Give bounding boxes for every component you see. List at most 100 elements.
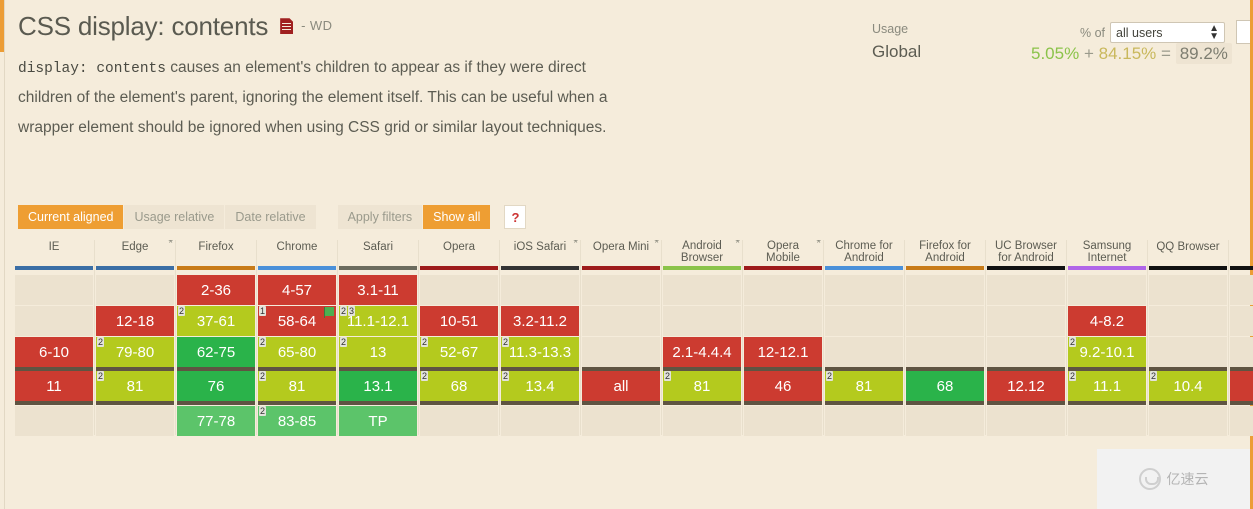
version-cell[interactable]: 4-57 bbox=[258, 275, 336, 305]
version-cell bbox=[96, 406, 174, 436]
footnote-badge[interactable]: 2 bbox=[340, 306, 348, 316]
view-mode-current-aligned[interactable]: Current aligned bbox=[18, 205, 124, 229]
version-cell[interactable]: 3.1-11 bbox=[339, 275, 417, 305]
footnote-badge[interactable]: 2 bbox=[97, 371, 105, 381]
apply-filters-button[interactable]: Apply filters bbox=[337, 205, 423, 229]
version-cell[interactable]: 3.2-11.2 bbox=[501, 306, 579, 336]
version-cell[interactable]: 62-75 bbox=[177, 337, 255, 367]
current-version-cell[interactable]: 11 bbox=[15, 367, 93, 405]
version-cell[interactable]: 12-18 bbox=[96, 306, 174, 336]
footnote-badge[interactable]: 2 bbox=[421, 371, 429, 381]
browser-name-header[interactable]: Edge * bbox=[95, 240, 175, 262]
view-mode-date-relative[interactable]: Date relative bbox=[224, 205, 316, 229]
version-cell[interactable]: 11.1-12.1 2 3 bbox=[339, 306, 417, 336]
version-cells: 4-8.2 9.2-10.1 2 11.1 2 bbox=[1067, 274, 1147, 436]
browser-name-header[interactable]: IE bbox=[14, 240, 94, 262]
version-label: 11.1-12.1 bbox=[346, 312, 410, 330]
version-cell[interactable]: 4-8.2 bbox=[1068, 306, 1146, 336]
version-cell bbox=[825, 275, 903, 305]
version-cell bbox=[15, 306, 93, 336]
spec-document-icon[interactable] bbox=[280, 18, 294, 35]
footnote-badge[interactable]: 2 bbox=[97, 337, 105, 347]
version-cell[interactable]: 58-64 1 bbox=[258, 306, 336, 336]
current-version-cell[interactable]: 46 bbox=[744, 367, 822, 405]
filter-toolbar: Current aligned Usage relative Date rela… bbox=[18, 205, 527, 229]
current-version-cell[interactable]: 10.4 2 bbox=[1149, 367, 1227, 405]
browser-name-header[interactable]: UC Browser for Android bbox=[986, 240, 1066, 264]
footnote-badge[interactable]: 2 bbox=[340, 337, 348, 347]
version-label: 13 bbox=[369, 343, 387, 361]
version-cell[interactable]: 11.3-13.3 2 bbox=[501, 337, 579, 367]
current-version-cell[interactable]: all bbox=[582, 367, 660, 405]
footnote-badge[interactable]: 2 bbox=[1069, 371, 1077, 381]
version-cell[interactable]: 37-61 2 bbox=[177, 306, 255, 336]
current-version-cell[interactable]: 68 2 bbox=[420, 367, 498, 405]
current-version-cell[interactable]: 13.1 bbox=[339, 367, 417, 405]
browser-name-header[interactable]: Opera Mobile * bbox=[743, 240, 823, 264]
version-cell[interactable]: 77-78 bbox=[177, 406, 255, 436]
footnote-badge[interactable]: 2 bbox=[259, 406, 267, 416]
flag-icon[interactable] bbox=[324, 307, 334, 318]
browser-name-header[interactable]: QQ Browser bbox=[1148, 240, 1228, 262]
footnote-badge[interactable]: 2 bbox=[664, 371, 672, 381]
usage-label: Usage bbox=[872, 22, 909, 36]
current-version-cell[interactable]: 68 bbox=[906, 367, 984, 405]
view-mode-usage-relative[interactable]: Usage relative bbox=[123, 205, 225, 229]
footnote-badge[interactable]: 2 bbox=[178, 306, 186, 316]
right-edge-control[interactable] bbox=[1236, 20, 1250, 44]
version-cell bbox=[906, 275, 984, 305]
version-cell[interactable]: 12-12.1 bbox=[744, 337, 822, 367]
version-cell[interactable]: 2.1-4.4.4 bbox=[663, 337, 741, 367]
version-cell bbox=[825, 406, 903, 436]
version-cell[interactable]: 83-85 2 bbox=[258, 406, 336, 436]
footnote-badge[interactable]: 2 bbox=[259, 371, 267, 381]
browser-name-header[interactable]: Safari bbox=[338, 240, 418, 262]
footnote-badge[interactable]: 2 bbox=[826, 371, 834, 381]
version-cell bbox=[825, 306, 903, 336]
version-cell[interactable]: 10-51 bbox=[420, 306, 498, 336]
current-version-cell[interactable]: 81 2 bbox=[96, 367, 174, 405]
footnote-badge[interactable]: 1 bbox=[259, 306, 267, 316]
browser-name-header[interactable]: Firefox bbox=[176, 240, 256, 262]
current-version-cell[interactable]: 11.1 2 bbox=[1068, 367, 1146, 405]
version-label: 12-18 bbox=[115, 312, 155, 330]
browser-column-firefox-for-android: Firefox for Android 68 bbox=[905, 240, 985, 436]
feature-description: display: contents causes an element's ch… bbox=[18, 53, 618, 142]
browser-name-header[interactable]: Android Browser * bbox=[662, 240, 742, 264]
current-version-cell[interactable]: 12.12 bbox=[987, 367, 1065, 405]
current-version-cell[interactable]: 7. bbox=[1230, 367, 1253, 405]
footnote-badge[interactable]: 2 bbox=[421, 337, 429, 347]
footnote-badge[interactable]: 3 bbox=[348, 306, 356, 316]
current-version-cell[interactable]: 81 2 bbox=[258, 367, 336, 405]
version-cell[interactable]: 52-67 2 bbox=[420, 337, 498, 367]
browser-name-header[interactable]: BaBro bbox=[1229, 240, 1253, 262]
show-all-button[interactable]: Show all bbox=[422, 205, 491, 229]
browser-name-header[interactable]: Opera bbox=[419, 240, 499, 262]
browser-name-header[interactable]: Chrome for Android bbox=[824, 240, 904, 264]
browser-column-qq-browser: QQ Browser 10.4 2 bbox=[1148, 240, 1228, 436]
footnote-badge[interactable]: 2 bbox=[502, 337, 510, 347]
version-cell[interactable]: 2-36 bbox=[177, 275, 255, 305]
version-cell[interactable]: 6-10 bbox=[15, 337, 93, 367]
browser-name-header[interactable]: Chrome bbox=[257, 240, 337, 262]
browser-name-header[interactable]: Samsung Internet bbox=[1067, 240, 1147, 264]
current-version-cell[interactable]: 76 bbox=[177, 367, 255, 405]
footnote-badge[interactable]: 2 bbox=[1150, 371, 1158, 381]
help-icon[interactable]: ? bbox=[504, 205, 527, 229]
version-cell[interactable]: 65-80 2 bbox=[258, 337, 336, 367]
browser-name-header[interactable]: iOS Safari * bbox=[500, 240, 580, 262]
version-cell[interactable]: 13 2 bbox=[339, 337, 417, 367]
footnote-badge[interactable]: 2 bbox=[1069, 337, 1077, 347]
user-filter-select[interactable] bbox=[1110, 22, 1226, 43]
current-version-cell[interactable]: 81 2 bbox=[825, 367, 903, 405]
current-version-cell[interactable]: 81 2 bbox=[663, 367, 741, 405]
footnote-badge[interactable]: 2 bbox=[259, 337, 267, 347]
version-cell[interactable]: 9.2-10.1 2 bbox=[1068, 337, 1146, 367]
current-version-cell[interactable]: 13.4 2 bbox=[501, 367, 579, 405]
browser-name-header[interactable]: Opera Mini * bbox=[581, 240, 661, 262]
browser-name-header[interactable]: Firefox for Android bbox=[905, 240, 985, 264]
version-cell[interactable]: TP bbox=[339, 406, 417, 436]
browser-column-safari: Safari 3.1-11 11.1-12.1 2 3 13 2 13.1 TP bbox=[338, 240, 418, 436]
version-cell[interactable]: 79-80 2 bbox=[96, 337, 174, 367]
footnote-badge[interactable]: 2 bbox=[502, 371, 510, 381]
